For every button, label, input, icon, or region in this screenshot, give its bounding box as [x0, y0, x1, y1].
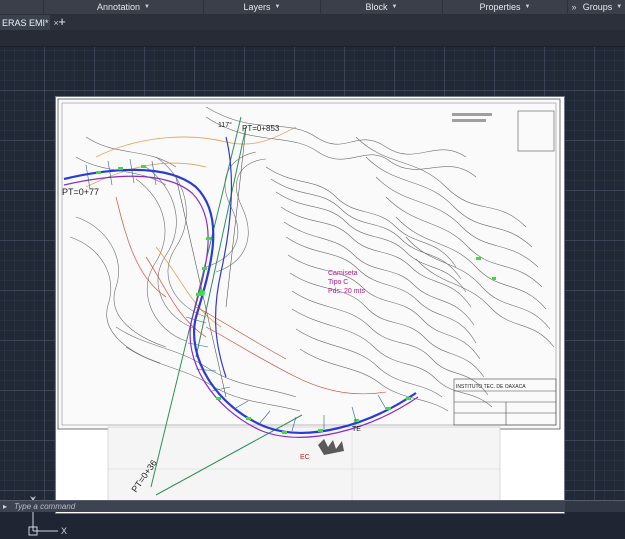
- viewport-controls-strip: [0, 30, 625, 47]
- ucs-x-label: X: [61, 526, 67, 536]
- ribbon-panel-label: Groups: [582, 2, 613, 12]
- scanned-plan-image: PT=0+77 PT=0+853 117° PT=0+36 EC TE Cami…: [56, 97, 564, 513]
- ribbon-overflow-icon[interactable]: »: [568, 2, 580, 12]
- ribbon-panel-label: Layers: [243, 2, 271, 12]
- note-line-2: Tipo C: [328, 279, 348, 286]
- ribbon-panel-block[interactable]: Block ▼: [321, 0, 443, 14]
- angle-label: 117°: [218, 121, 232, 129]
- command-chevron-icon[interactable]: ▸: [3, 501, 7, 512]
- ribbon-panel-bar: Annotation ▼ Layers ▼ Block ▼ Properties…: [0, 0, 625, 15]
- topographic-plan-drawing: PT=0+77 PT=0+853 117° PT=0+36 EC TE Cami…: [57, 98, 561, 512]
- document-tab-bar: ERAS EMI* × +: [0, 15, 625, 30]
- dropdown-arrow-icon: ▼: [524, 4, 531, 10]
- document-tab[interactable]: ERAS EMI* ×: [0, 15, 59, 30]
- command-line-end: [565, 501, 625, 512]
- dropdown-arrow-icon: ▼: [616, 4, 623, 10]
- curve-label-ec: EC: [300, 454, 310, 461]
- ribbon-panel-properties[interactable]: Properties ▼: [443, 0, 568, 14]
- ribbon-panel-label: Block: [365, 2, 388, 12]
- ribbon-panel-label: Properties: [479, 2, 521, 12]
- ribbon-left-edge: [0, 0, 44, 14]
- new-tab-button[interactable]: +: [56, 15, 68, 30]
- station-label-top: PT=0+853: [242, 124, 280, 133]
- command-input[interactable]: [14, 501, 564, 512]
- curve-label-te: TE: [352, 426, 361, 433]
- dropdown-arrow-icon: ▼: [144, 4, 150, 10]
- title-block-heading: INSTITUTO TEC. DE OAXACA: [456, 384, 526, 390]
- note-line-1: Camiseta: [328, 270, 358, 277]
- dropdown-arrow-icon: ▼: [274, 4, 281, 10]
- ribbon-panel-annotation[interactable]: Annotation ▼: [44, 0, 204, 14]
- command-line: ▸: [0, 500, 625, 512]
- drawing-canvas[interactable]: PT=0+77 PT=0+853 117° PT=0+36 EC TE Cami…: [0, 47, 625, 536]
- ribbon-panel-groups[interactable]: Groups ▼: [580, 0, 625, 14]
- ribbon-panel-label: Annotation: [97, 2, 141, 12]
- dropdown-arrow-icon: ▼: [391, 4, 398, 10]
- document-tab-title: ERAS EMI*: [2, 17, 49, 28]
- note-line-3: Pds: 20 mts: [328, 288, 365, 295]
- ribbon-panel-layers[interactable]: Layers ▼: [204, 0, 321, 14]
- station-label-left: PT=0+77: [62, 187, 99, 197]
